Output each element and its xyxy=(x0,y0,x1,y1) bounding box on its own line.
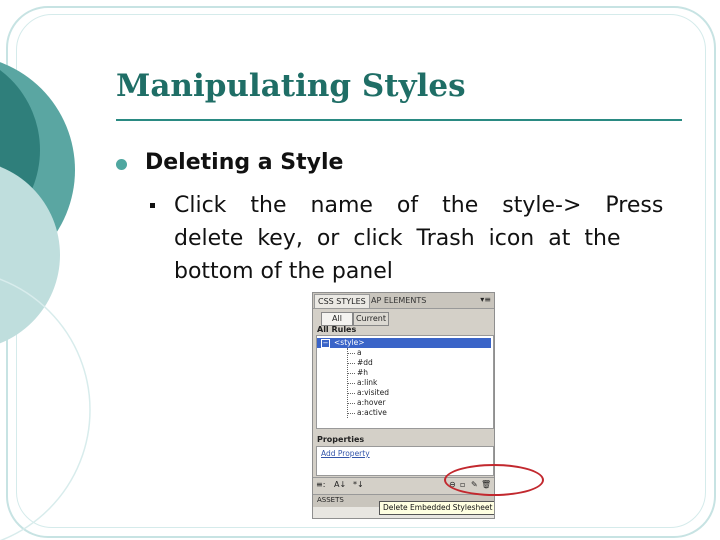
bullet-dot xyxy=(116,159,127,170)
word: key, xyxy=(257,226,303,251)
panel-tab-bar: CSS STYLES AP ELEMENTS ▾≡ xyxy=(313,293,494,309)
slide-title: Manipulating Styles xyxy=(116,68,466,104)
collapse-icon[interactable]: − xyxy=(321,339,330,348)
sub-bullet-marker xyxy=(150,203,155,208)
tree-item-label: a:hover xyxy=(357,398,386,407)
word: Click xyxy=(174,193,227,218)
tree-item-label: a:active xyxy=(357,408,387,417)
left-decoration xyxy=(0,62,91,540)
word: or xyxy=(316,226,340,251)
rules-tree: − <style> a #dd #h a:link a:visited a:hov… xyxy=(316,335,494,429)
panel-menu-icon[interactable]: ▾≡ xyxy=(480,295,491,304)
tooltip: Delete Embedded Stylesheet xyxy=(379,501,494,515)
show-set-properties-icon[interactable]: *↓ xyxy=(353,480,364,490)
word: the xyxy=(442,193,479,218)
tree-item[interactable]: a:hover xyxy=(347,398,386,408)
word: name xyxy=(310,193,373,218)
all-button[interactable]: All xyxy=(321,312,353,326)
tree-item[interactable]: a xyxy=(347,348,362,358)
tab-assets[interactable]: ASSETS xyxy=(317,496,344,504)
body-line-3: bottom of the panel xyxy=(174,259,393,284)
tree-item-label: a:visited xyxy=(357,388,389,397)
word: style-> xyxy=(502,193,582,218)
tree-item[interactable]: #h xyxy=(347,368,368,378)
tree-item-label: a xyxy=(357,348,362,357)
word: at xyxy=(548,226,571,251)
show-category-view-icon[interactable]: ≡: xyxy=(316,480,325,490)
title-divider xyxy=(116,119,682,121)
tree-item-style[interactable]: − <style> xyxy=(317,338,491,348)
tree-item-label: a:link xyxy=(357,378,378,387)
tab-css-styles[interactable]: CSS STYLES xyxy=(314,294,370,308)
tree-item[interactable]: a:visited xyxy=(347,388,389,398)
word: click xyxy=(353,226,403,251)
body-line-1: Click the name of the style-> Press xyxy=(174,193,663,218)
tree-item[interactable]: a:link xyxy=(347,378,377,388)
word: Press xyxy=(605,193,664,218)
all-rules-label: All Rules xyxy=(317,325,357,334)
add-property-link[interactable]: Add Property xyxy=(321,449,370,458)
word: of xyxy=(396,193,419,218)
properties-label: Properties xyxy=(317,435,365,444)
tree-item[interactable]: a:active xyxy=(347,408,387,418)
word: Trash xyxy=(416,226,475,251)
word: icon xyxy=(488,226,535,251)
word: the xyxy=(584,226,621,251)
tree-item[interactable]: #dd xyxy=(347,358,373,368)
bullet-heading: Deleting a Style xyxy=(145,150,344,175)
word: the xyxy=(250,193,287,218)
show-alphabetical-view-icon[interactable]: A↓ xyxy=(334,480,346,490)
tree-item-label: <style> xyxy=(334,338,365,347)
tab-ap-elements[interactable]: AP ELEMENTS xyxy=(368,294,429,307)
word: delete xyxy=(174,226,244,251)
tree-item-label: #h xyxy=(357,368,369,377)
current-button[interactable]: Current xyxy=(353,312,389,326)
body-line-2: delete key, or click Trash icon at the xyxy=(174,226,620,251)
tree-item-label: #dd xyxy=(357,358,373,367)
trash-highlight-ellipse xyxy=(444,464,544,496)
